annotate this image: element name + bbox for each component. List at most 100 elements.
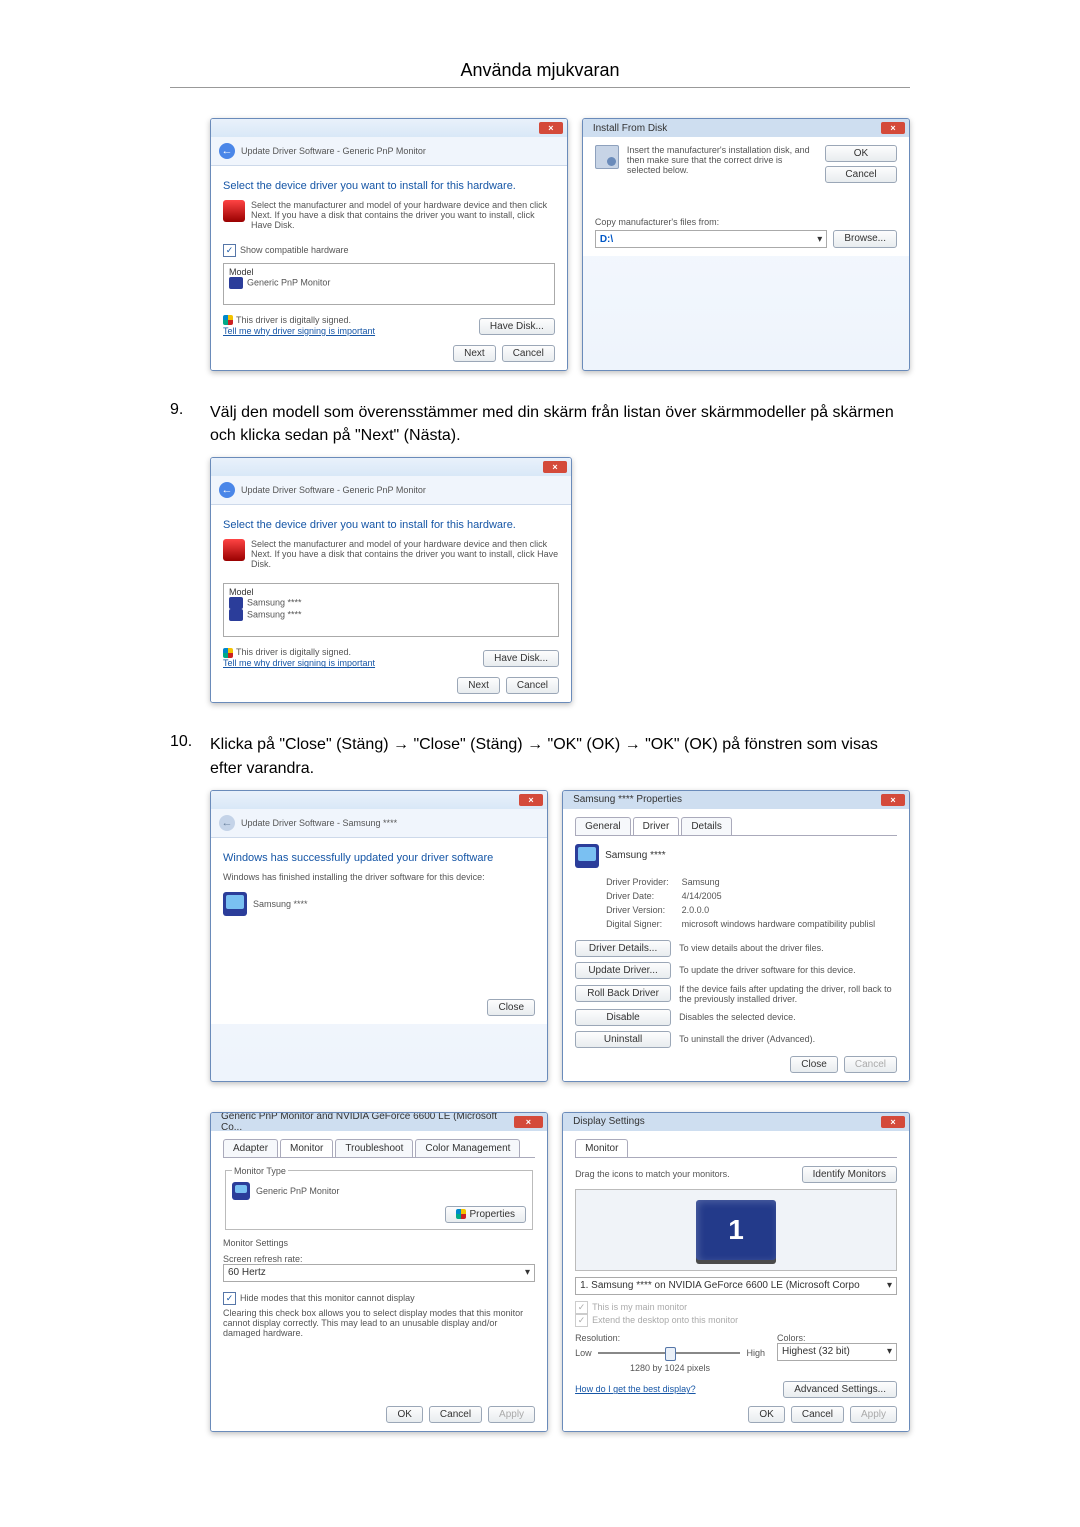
close-button[interactable]: Close <box>487 999 535 1016</box>
btn-desc: Disables the selected device. <box>679 1012 897 1022</box>
dialog-update-success: × ← Update Driver Software - Samsung ***… <box>210 790 548 1082</box>
main-monitor-label: This is my main monitor <box>592 1302 687 1312</box>
tab-adapter[interactable]: Adapter <box>223 1139 278 1157</box>
show-compat-label: Show compatible hardware <box>240 245 349 255</box>
path-input[interactable]: D:\ ▾ <box>595 230 827 248</box>
dialog-heading: Select the device driver you want to ins… <box>223 519 559 531</box>
dialog-heading: Windows has successfully updated your dr… <box>223 852 535 864</box>
dialog-monitor-properties: Generic PnP Monitor and NVIDIA GeForce 6… <box>210 1112 548 1432</box>
cancel-button: Cancel <box>844 1056 897 1073</box>
model-header: Model <box>229 587 553 597</box>
close-icon[interactable]: × <box>881 1116 905 1128</box>
device-name: Samsung **** <box>605 850 666 861</box>
cancel-button[interactable]: Cancel <box>791 1406 844 1423</box>
hardware-icon <box>223 200 245 222</box>
list-item[interactable]: Samsung **** <box>229 597 553 609</box>
tab-color-management[interactable]: Color Management <box>415 1139 520 1157</box>
hide-modes-checkbox[interactable]: ✓ <box>223 1292 236 1305</box>
tell-me-link[interactable]: Tell me why driver signing is important <box>223 658 375 668</box>
page-title: Använda mjukvaran <box>170 60 910 81</box>
step-text: Klicka på "Close" (Stäng) → "Close" (Stä… <box>210 733 910 779</box>
checkbox-show-compatible[interactable]: ✓ <box>223 244 236 257</box>
refresh-rate-label: Screen refresh rate: <box>223 1254 535 1264</box>
properties-button[interactable]: Properties <box>445 1206 526 1223</box>
ok-button[interactable]: OK <box>386 1406 422 1423</box>
best-display-link[interactable]: How do I get the best display? <box>575 1384 696 1394</box>
cancel-button[interactable]: Cancel <box>502 345 555 362</box>
close-icon[interactable]: × <box>519 794 543 806</box>
tell-me-link[interactable]: Tell me why driver signing is important <box>223 326 375 336</box>
cancel-button[interactable]: Cancel <box>825 166 897 183</box>
identify-monitors-button[interactable]: Identify Monitors <box>802 1166 897 1183</box>
label: Driver Date: <box>605 890 679 902</box>
back-icon[interactable]: ← <box>219 482 235 498</box>
driver-details-button[interactable]: Driver Details... <box>575 940 671 957</box>
close-icon[interactable]: × <box>539 122 563 134</box>
device-name: Samsung **** <box>253 899 308 909</box>
advanced-settings-button[interactable]: Advanced Settings... <box>783 1381 897 1398</box>
resolution-value: 1280 by 1024 pixels <box>575 1363 765 1373</box>
rollback-driver-button[interactable]: Roll Back Driver <box>575 985 671 1002</box>
step-number: 10. <box>170 733 210 779</box>
dialog-install-from-disk: Install From Disk × Insert the manufactu… <box>582 118 910 371</box>
label: Digital Signer: <box>605 918 679 930</box>
resolution-slider[interactable]: Low High <box>575 1343 765 1363</box>
tab-details[interactable]: Details <box>681 817 732 835</box>
breadcrumb-text: Update Driver Software - Samsung **** <box>241 818 397 828</box>
close-button[interactable]: Close <box>790 1056 838 1073</box>
refresh-rate-select[interactable]: 60 Hertz▾ <box>223 1264 535 1282</box>
signed-label: This driver is digitally signed. <box>236 315 351 325</box>
monitor-preview[interactable]: 1 <box>696 1200 776 1260</box>
close-icon[interactable]: × <box>881 122 905 134</box>
uninstall-button[interactable]: Uninstall <box>575 1031 671 1048</box>
cancel-button[interactable]: Cancel <box>429 1406 482 1423</box>
have-disk-button[interactable]: Have Disk... <box>483 650 559 667</box>
close-icon[interactable]: × <box>514 1116 543 1128</box>
dialog-select-driver-1: × ← Update Driver Software - Generic PnP… <box>210 118 568 371</box>
browse-button[interactable]: Browse... <box>833 230 897 248</box>
shield-icon <box>223 648 233 658</box>
have-disk-button[interactable]: Have Disk... <box>479 318 555 335</box>
hardware-icon <box>223 539 245 561</box>
ok-button[interactable]: OK <box>748 1406 784 1423</box>
main-monitor-checkbox: ✓ <box>575 1301 588 1314</box>
monitor-icon <box>575 844 599 868</box>
next-button[interactable]: Next <box>453 345 496 362</box>
resolution-label: Resolution: <box>575 1333 765 1343</box>
drag-monitors-text: Drag the icons to match your monitors. <box>575 1169 730 1179</box>
success-desc: Windows has finished installing the driv… <box>223 872 535 882</box>
dialog-title: Install From Disk <box>587 123 667 134</box>
colors-select[interactable]: Highest (32 bit)▾ <box>777 1343 897 1361</box>
breadcrumb-text: Update Driver Software - Generic PnP Mon… <box>241 146 426 156</box>
update-driver-button[interactable]: Update Driver... <box>575 962 671 979</box>
dialog-description: Select the manufacturer and model of you… <box>251 200 555 230</box>
step-number: 9. <box>170 401 210 447</box>
tab-monitor[interactable]: Monitor <box>575 1139 628 1157</box>
close-icon[interactable]: × <box>543 461 567 473</box>
apply-button: Apply <box>488 1406 535 1423</box>
next-button[interactable]: Next <box>457 677 500 694</box>
back-icon[interactable]: ← <box>219 143 235 159</box>
shield-icon <box>456 1209 466 1219</box>
monitor-select[interactable]: 1. Samsung **** on NVIDIA GeForce 6600 L… <box>575 1277 897 1295</box>
close-icon[interactable]: × <box>881 794 905 806</box>
ok-button[interactable]: OK <box>825 145 897 162</box>
monitor-type-value: Generic PnP Monitor <box>256 1186 339 1196</box>
list-item[interactable]: Samsung **** <box>229 609 553 621</box>
tab-driver[interactable]: Driver <box>633 817 680 835</box>
label: Driver Provider: <box>605 876 679 888</box>
value: Samsung <box>681 876 877 888</box>
list-item[interactable]: Generic PnP Monitor <box>229 277 549 289</box>
cancel-button[interactable]: Cancel <box>506 677 559 694</box>
hide-modes-label: Hide modes that this monitor cannot disp… <box>240 1293 415 1303</box>
dialog-title: Display Settings <box>567 1116 645 1127</box>
monitor-type-legend: Monitor Type <box>232 1166 288 1176</box>
hide-modes-desc: Clearing this check box allows you to se… <box>223 1308 535 1338</box>
tab-general[interactable]: General <box>575 817 631 835</box>
shield-icon <box>223 315 233 325</box>
disable-button[interactable]: Disable <box>575 1009 671 1026</box>
label: Driver Version: <box>605 904 679 916</box>
tab-monitor[interactable]: Monitor <box>280 1139 333 1157</box>
tab-troubleshoot[interactable]: Troubleshoot <box>335 1139 413 1157</box>
btn-desc: To update the driver software for this d… <box>679 965 897 975</box>
